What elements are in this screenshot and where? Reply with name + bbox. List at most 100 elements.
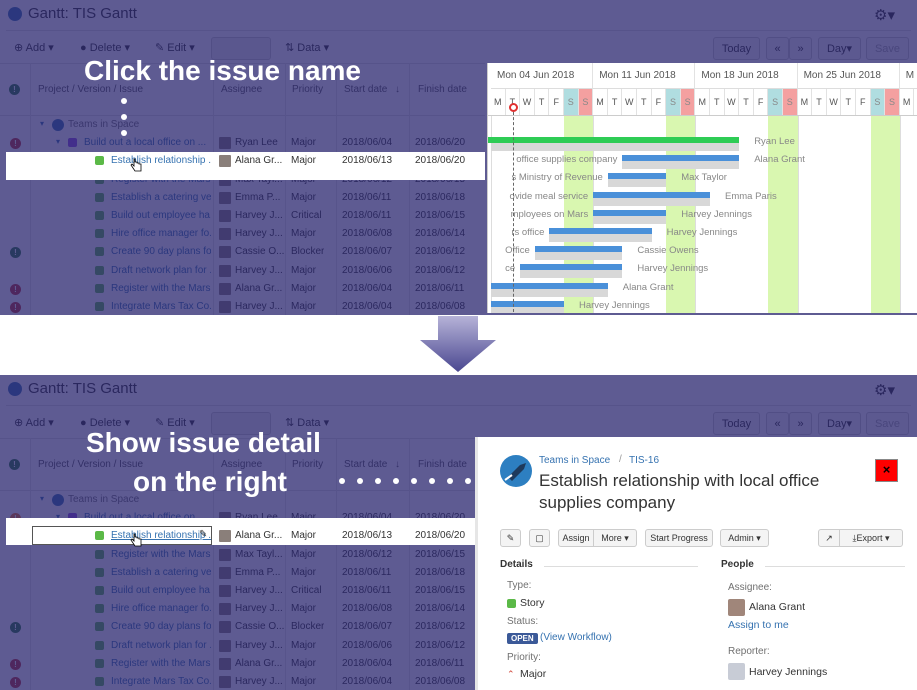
dotted-connector (393, 478, 399, 484)
story-type-icon (95, 156, 104, 166)
day-header: T (637, 89, 652, 115)
type-label: Type: (507, 580, 532, 591)
bar-assignee-label: Harvey Jennings (637, 263, 709, 275)
dotted-connector (121, 130, 127, 136)
day-header: W (827, 89, 842, 115)
assign-to-me-link[interactable]: Assign to me (728, 619, 789, 631)
day-header: S (870, 89, 886, 115)
day-header: W (622, 89, 637, 115)
day-header: F (652, 89, 667, 115)
edit-pencil-icon[interactable]: ✎ (199, 529, 207, 540)
task-bar[interactable] (491, 300, 564, 307)
task-bar[interactable] (534, 246, 623, 253)
week-divider (797, 115, 799, 313)
day-header: M (593, 89, 608, 115)
assignee-value: Alana Grant (749, 601, 806, 613)
more-button[interactable]: More ▾ (593, 529, 637, 547)
divider (765, 566, 905, 567)
day-header: T (608, 89, 623, 115)
day-header: S (680, 89, 696, 115)
day-header: T (710, 89, 725, 115)
finish-date-cell: 2018/06/20 (415, 155, 466, 167)
bar-assignee-label: Cassie Owens (637, 245, 699, 257)
breadcrumb-project-link[interactable]: Teams in Space (539, 455, 610, 466)
bar-assignee-label: Harvey Jennings (666, 227, 738, 238)
export-button[interactable]: ⤓ Export ▾ (839, 529, 903, 547)
day-header: S (768, 89, 783, 115)
day-header: T (841, 89, 856, 115)
assignee-avatar (219, 530, 231, 543)
week-header: Mon 11 Jun 2018 (593, 63, 696, 89)
day-header: M (491, 89, 506, 115)
task-bar[interactable] (491, 282, 608, 289)
dotted-connector (411, 478, 417, 484)
type-value: Story (520, 597, 545, 609)
issue-key-link[interactable]: TIS-16 (629, 455, 659, 466)
week-header: M (899, 63, 917, 89)
reporter-value: Harvey Jennings (749, 666, 828, 678)
assign-button[interactable]: Assign (558, 529, 594, 547)
story-type-icon (507, 599, 516, 608)
reporter-label: Reporter: (728, 646, 770, 657)
step1-caption: Click the issue name (84, 55, 362, 86)
dotted-connector (121, 114, 127, 120)
day-header: F (754, 89, 769, 115)
bar-assignee-label: Harvey Jennings (681, 208, 752, 220)
status-label: Status: (507, 616, 539, 627)
day-header: S (885, 89, 900, 115)
table-row[interactable]: Establish relationship ... Alana Gr... Maj… (6, 152, 485, 172)
view-workflow-link[interactable]: (View Workflow) (540, 632, 612, 643)
bar-issue-label: ovide meal service (509, 190, 589, 202)
dotted-connector (375, 478, 381, 484)
edit-button[interactable]: ✎ (500, 529, 521, 547)
down-arrow-icon (420, 316, 496, 372)
divider (488, 115, 917, 116)
bar-assignee-label: Ryan Lee (754, 136, 795, 147)
weekend-column (885, 115, 900, 313)
status-badge: OPEN (507, 633, 538, 644)
task-bar[interactable] (622, 155, 740, 162)
bar-issue-label: mployees on Mars (510, 208, 589, 220)
bar-issue-label: rs office (511, 227, 545, 238)
week-header: Mon 18 Jun 2018 (695, 63, 798, 89)
breadcrumb-separator: / (619, 454, 622, 465)
assignee-cell: Alana Gr... (235, 155, 283, 167)
week-divider (899, 115, 901, 313)
day-header: T (535, 89, 550, 115)
day-header: F (549, 89, 564, 115)
day-header: S (564, 89, 579, 115)
people-heading: People (721, 559, 754, 570)
bar-assignee-label: Harvey Jennings (579, 299, 650, 311)
table-row[interactable]: Establish relationship ... ✎ Alana Gr... Ma… (6, 526, 485, 547)
close-button[interactable]: × (875, 459, 898, 482)
assignee-cell: Alana Gr... (235, 530, 283, 542)
export-label: Export ▾ (856, 532, 890, 543)
share-button[interactable]: ↗ (818, 529, 840, 547)
bar-assignee-label: Emma Paris (725, 190, 777, 202)
day-header: S (666, 89, 681, 115)
summary-bar[interactable] (488, 137, 740, 143)
priority-value: Major (520, 668, 547, 680)
week-header: Mon 04 Jun 2018 (491, 63, 594, 89)
hand-cursor-icon (130, 158, 142, 172)
issue-name-link[interactable]: Establish relationship ... (111, 155, 211, 166)
comment-button[interactable]: ▢ (529, 529, 550, 547)
task-bar[interactable] (593, 191, 710, 198)
day-header: S (578, 89, 594, 115)
admin-button[interactable]: Admin ▾ (720, 529, 769, 547)
project-avatar-icon (500, 455, 532, 487)
task-bar[interactable] (607, 173, 667, 180)
dotted-connector (447, 478, 453, 484)
task-bar[interactable] (593, 209, 667, 216)
day-header: W (725, 89, 740, 115)
priority-label: Priority: (507, 652, 541, 663)
divider (544, 566, 698, 567)
priority-cell: Major (291, 530, 317, 542)
bar-assignee-label: Alana Grant (754, 154, 805, 166)
dotted-connector (121, 98, 127, 104)
task-bar[interactable] (549, 228, 652, 234)
task-bar[interactable] (520, 264, 623, 271)
weekend-column (870, 115, 886, 313)
day-header: M (798, 89, 813, 115)
start-progress-button[interactable]: Start Progress (645, 529, 713, 547)
